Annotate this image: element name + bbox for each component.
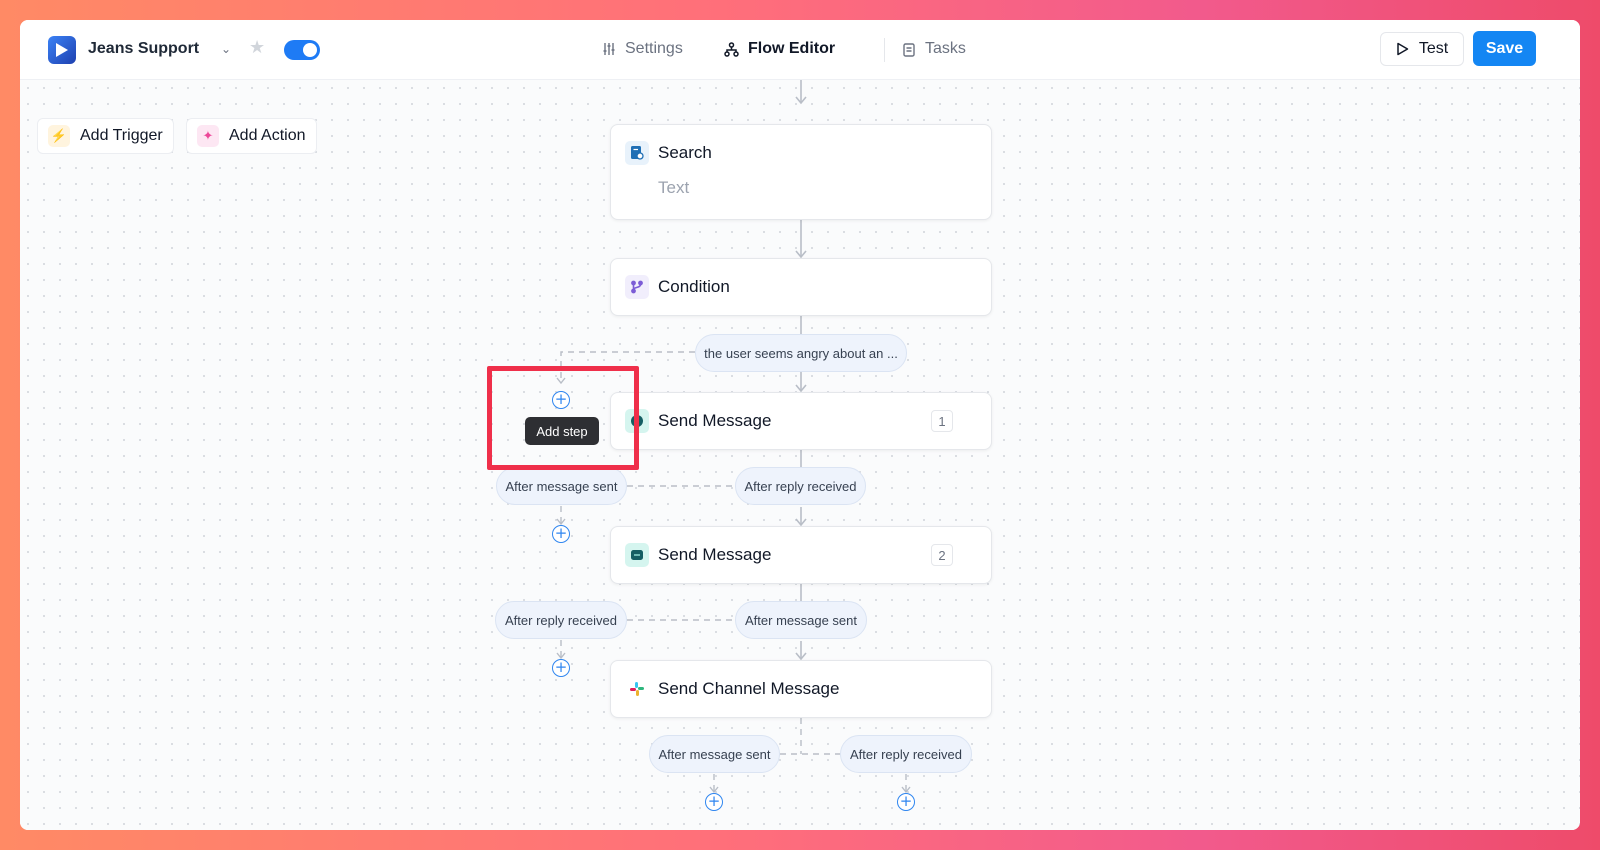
send1-after-message-sent-pill[interactable]: After message sent bbox=[496, 467, 627, 505]
app-window: Jeans Support ⌄ ★ Settings Flow Editor T… bbox=[20, 20, 1580, 830]
condition-node-title: Condition bbox=[658, 277, 730, 296]
message-icon bbox=[625, 543, 649, 567]
branch-icon bbox=[625, 275, 649, 299]
add-step-plus-icon[interactable]: + bbox=[705, 793, 723, 811]
send1-after-reply-received-pill[interactable]: After reply received bbox=[735, 467, 866, 505]
send-message-1-badge: 1 bbox=[931, 410, 953, 432]
send-channel-message-title: Send Channel Message bbox=[658, 679, 840, 698]
condition-node[interactable]: Condition bbox=[610, 258, 992, 316]
tab-settings[interactable]: Settings bbox=[602, 40, 683, 58]
add-step-plus-icon[interactable]: + bbox=[897, 793, 915, 811]
send-message-node-2[interactable]: Send Message 2 bbox=[610, 526, 992, 584]
save-button[interactable]: Save bbox=[1473, 31, 1536, 66]
search-node-title: Search bbox=[658, 143, 712, 162]
star-icon[interactable]: ★ bbox=[249, 37, 265, 58]
flow-tree-icon bbox=[724, 41, 739, 57]
tab-tasks[interactable]: Tasks bbox=[902, 40, 966, 58]
chevron-down-icon[interactable]: ⌄ bbox=[221, 42, 231, 56]
test-button[interactable]: Test bbox=[1380, 32, 1464, 66]
send-message-node-1[interactable]: Send Message 1 bbox=[610, 392, 992, 450]
send-message-1-title: Send Message bbox=[658, 411, 772, 430]
condition-branch-pill[interactable]: the user seems angry about an ... bbox=[695, 334, 907, 372]
send-message-2-badge: 2 bbox=[931, 544, 953, 566]
channel-after-message-sent-pill[interactable]: After message sent bbox=[649, 735, 780, 773]
tab-settings-label: Settings bbox=[625, 40, 683, 57]
active-toggle[interactable] bbox=[284, 40, 320, 60]
app-name[interactable]: Jeans Support bbox=[88, 40, 199, 58]
search-document-icon bbox=[625, 141, 649, 165]
add-step-plus-icon[interactable]: + bbox=[552, 525, 570, 543]
tab-tasks-label: Tasks bbox=[925, 40, 966, 57]
nav-divider bbox=[884, 38, 885, 62]
send-message-2-title: Send Message bbox=[658, 545, 772, 564]
channel-after-reply-received-pill[interactable]: After reply received bbox=[840, 735, 972, 773]
send-channel-message-node[interactable]: Send Channel Message bbox=[610, 660, 992, 718]
slack-icon bbox=[625, 677, 649, 701]
top-bar: Jeans Support ⌄ ★ Settings Flow Editor T… bbox=[20, 20, 1580, 80]
add-step-plus-icon[interactable]: + bbox=[552, 391, 570, 409]
add-step-plus-icon[interactable]: + bbox=[552, 659, 570, 677]
send2-after-message-sent-pill[interactable]: After message sent bbox=[735, 601, 867, 639]
test-button-label: Test bbox=[1418, 40, 1449, 57]
tab-flow-editor-label: Flow Editor bbox=[748, 40, 836, 57]
tab-flow-editor[interactable]: Flow Editor bbox=[724, 40, 835, 58]
message-icon bbox=[625, 409, 649, 433]
sliders-icon bbox=[603, 43, 615, 55]
search-node[interactable]: Search Text bbox=[610, 124, 992, 220]
search-node-subtitle: Text bbox=[658, 178, 690, 197]
app-logo-icon bbox=[48, 36, 76, 64]
play-icon bbox=[1397, 42, 1409, 56]
send2-after-reply-received-pill[interactable]: After reply received bbox=[495, 601, 627, 639]
flow-canvas[interactable]: ⚡ Add Trigger ✦ Add Action Search Text C… bbox=[20, 80, 1580, 830]
add-step-tooltip: Add step bbox=[525, 417, 599, 445]
clipboard-icon bbox=[903, 42, 915, 57]
